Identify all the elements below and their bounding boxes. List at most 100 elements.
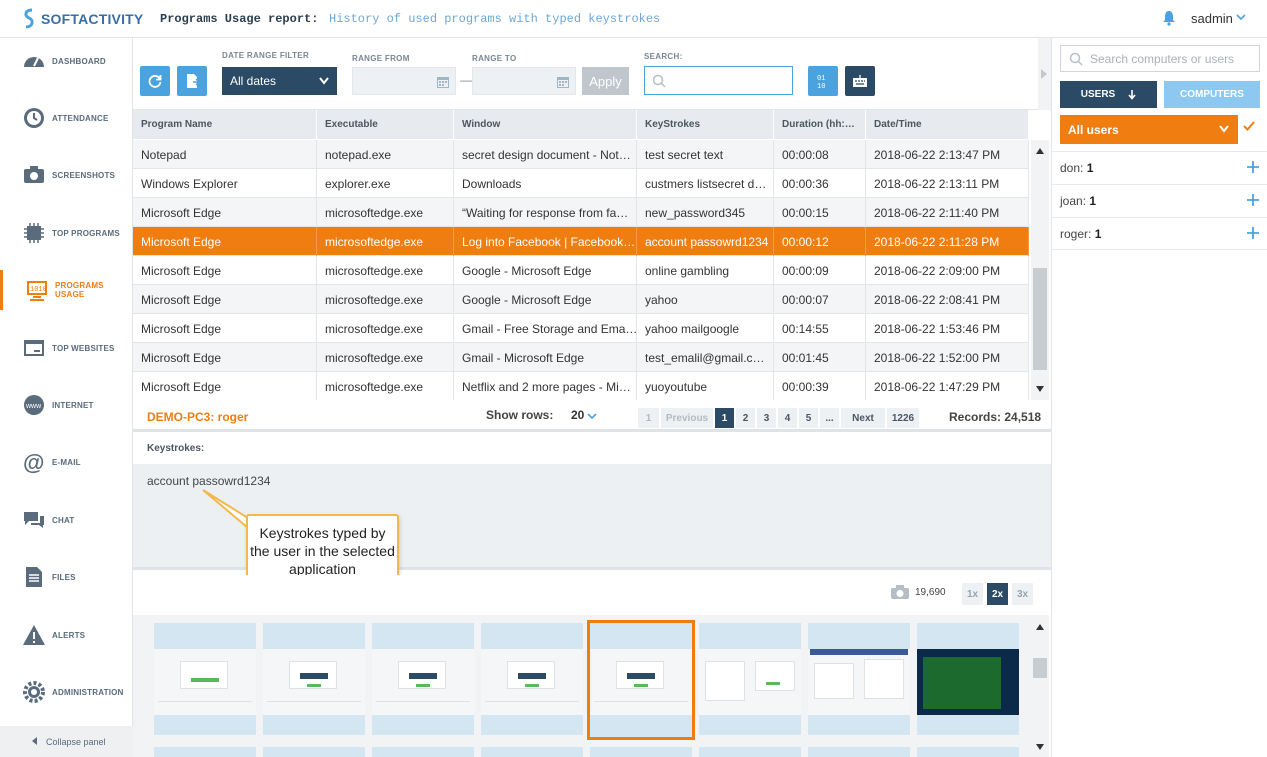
- screenshot-thumbnail[interactable]: [699, 623, 801, 735]
- file-icon: [26, 567, 42, 587]
- tab-computers[interactable]: COMPUTERS: [1164, 81, 1260, 108]
- next-page-button[interactable]: Next: [841, 408, 885, 428]
- cell-duration: 00:14:55: [774, 314, 866, 343]
- plus-icon[interactable]: [1247, 161, 1259, 173]
- table-row[interactable]: Microsoft Edge microsoftedge.exe Gmail -…: [133, 343, 1029, 372]
- range-from-input[interactable]: [352, 67, 456, 95]
- previous-page-button[interactable]: Previous: [661, 408, 713, 428]
- export-button[interactable]: [177, 66, 207, 96]
- search-icon: [652, 74, 666, 88]
- gallery-scrollbar[interactable]: [1031, 615, 1049, 757]
- at-icon: @: [23, 450, 44, 474]
- bell-icon[interactable]: [1162, 10, 1176, 26]
- page-1-button[interactable]: 1: [715, 408, 734, 428]
- screenshot-thumbnail[interactable]: [154, 747, 256, 757]
- screenshot-thumbnail[interactable]: [917, 747, 1019, 757]
- table-row[interactable]: Notepad notepad.exe secret design docume…: [133, 140, 1029, 169]
- screenshot-thumbnail[interactable]: [917, 623, 1019, 735]
- table-scrollbar-thumb[interactable]: [1033, 268, 1047, 370]
- screenshot-thumbnail[interactable]: [372, 747, 474, 757]
- gallery-scrollbar-thumb[interactable]: [1033, 658, 1047, 678]
- search-input[interactable]: [644, 66, 793, 95]
- user-item-roger[interactable]: roger: 1: [1052, 217, 1267, 250]
- zoom-2x-button[interactable]: 2x: [987, 583, 1008, 605]
- sidebar-item-attendance[interactable]: ATTENDANCE: [0, 98, 133, 138]
- column-executable[interactable]: Executable: [317, 110, 454, 139]
- table-row[interactable]: Windows Explorer explorer.exe Downloads …: [133, 169, 1029, 198]
- table-row[interactable]: Microsoft Edge microsoftedge.exe Google …: [133, 256, 1029, 285]
- user-item-joan[interactable]: joan: 1: [1052, 184, 1267, 217]
- column-datetime[interactable]: Date/Time: [866, 110, 1029, 139]
- screenshot-thumbnail[interactable]: [808, 623, 910, 735]
- refresh-button[interactable]: [140, 66, 170, 96]
- logo[interactable]: SOFTACTIVITY: [22, 8, 143, 30]
- user-item-don[interactable]: don: 1: [1052, 151, 1267, 184]
- date-range-select[interactable]: All dates: [222, 67, 337, 95]
- screenshot-thumbnail[interactable]: [481, 623, 583, 735]
- apply-button[interactable]: Apply: [582, 67, 629, 95]
- sidebar-item-programs-usage[interactable]: 1010 PROGRAMS USAGE: [0, 270, 133, 310]
- last-page-button[interactable]: 1226: [887, 408, 919, 428]
- page-2-button[interactable]: 2: [736, 408, 755, 428]
- screenshot-thumbnail[interactable]: [263, 623, 365, 735]
- page-5-button[interactable]: 5: [799, 408, 818, 428]
- zoom-1x-button[interactable]: 1x: [962, 583, 983, 605]
- column-program-name[interactable]: Program Name: [133, 110, 317, 139]
- keyboard-button[interactable]: [845, 66, 875, 96]
- gear-icon: [23, 681, 45, 703]
- table-row-selected[interactable]: Microsoft Edge microsoftedge.exe Log int…: [133, 227, 1029, 256]
- screenshot-thumbnail[interactable]: [372, 623, 474, 735]
- arrow-down-icon[interactable]: [1036, 744, 1044, 750]
- all-users-select[interactable]: All users: [1060, 115, 1238, 144]
- sidebar-item-top-websites[interactable]: TOP WEBSITES: [0, 328, 133, 368]
- sidebar-item-dashboard[interactable]: DASHBOARD: [0, 41, 133, 81]
- screenshot-thumbnail-selected[interactable]: [587, 620, 695, 740]
- screenshot-thumbnail[interactable]: [699, 747, 801, 757]
- plus-icon[interactable]: [1247, 227, 1259, 239]
- sidebar-item-label: CHAT: [52, 515, 75, 525]
- user-menu[interactable]: sadmin: [1191, 11, 1233, 26]
- table-row[interactable]: Microsoft Edge microsoftedge.exe Google …: [133, 285, 1029, 314]
- sidebar-item-top-programs[interactable]: TOP PROGRAMS: [0, 213, 133, 253]
- collapse-panel-button[interactable]: Collapse panel: [0, 726, 133, 757]
- zoom-3x-button[interactable]: 3x: [1012, 583, 1033, 605]
- screenshot-count: 19,690: [915, 587, 946, 598]
- arrow-down-icon[interactable]: [1036, 386, 1044, 392]
- arrow-up-icon[interactable]: [1036, 148, 1044, 154]
- sidebar-item-files[interactable]: FILES: [0, 557, 133, 597]
- sidebar-item-administration[interactable]: ADMINISTRATION: [0, 672, 133, 712]
- first-page-button[interactable]: 1: [638, 408, 659, 428]
- table-row[interactable]: Microsoft Edge microsoftedge.exe Netflix…: [133, 372, 1029, 400]
- plus-icon[interactable]: [1247, 194, 1259, 206]
- page-3-button[interactable]: 3: [757, 408, 776, 428]
- sidebar-item-alerts[interactable]: ALERTS: [0, 615, 133, 655]
- cell-keystrokes: test secret text: [637, 140, 774, 169]
- column-keystrokes[interactable]: KeyStrokes: [637, 110, 774, 139]
- column-duration[interactable]: Duration (hh:…: [774, 110, 866, 139]
- sidebar-item-screenshots[interactable]: SCREENSHOTS: [0, 155, 133, 195]
- screenshot-thumbnail[interactable]: [808, 747, 910, 757]
- table-row[interactable]: Microsoft Edge microsoftedge.exe Gmail -…: [133, 314, 1029, 343]
- sidebar-item-email[interactable]: @ E-MAIL: [0, 442, 133, 482]
- table-row[interactable]: Microsoft Edge microsoftedge.exe “Waitin…: [133, 198, 1029, 227]
- range-to-input[interactable]: [472, 67, 576, 95]
- user-search-input[interactable]: Search computers or users: [1060, 45, 1260, 72]
- screenshot-thumbnail[interactable]: [154, 623, 256, 735]
- tab-users[interactable]: USERS: [1060, 81, 1157, 108]
- sidebar-item-internet[interactable]: www INTERNET: [0, 385, 133, 425]
- chevron-down-icon[interactable]: [1236, 12, 1246, 22]
- rows-per-page-select[interactable]: 20: [571, 408, 597, 422]
- screenshot-thumbnail[interactable]: [590, 747, 692, 757]
- screenshot-thumbnail[interactable]: [481, 747, 583, 757]
- check-icon[interactable]: [1243, 121, 1255, 131]
- arrow-up-icon[interactable]: [1036, 624, 1044, 630]
- cell-datetime: 2018-06-22 2:11:40 PM: [866, 198, 1029, 227]
- calendar-icon: [557, 77, 569, 88]
- binary-view-button[interactable]: 01 10: [808, 66, 838, 96]
- screenshot-thumbnail[interactable]: [263, 747, 365, 757]
- sidebar-item-chat[interactable]: CHAT: [0, 500, 133, 540]
- panel-toggle[interactable]: [1038, 38, 1051, 110]
- column-window[interactable]: Window: [454, 110, 637, 139]
- page-4-button[interactable]: 4: [778, 408, 797, 428]
- cell-window: Log into Facebook | Facebook…: [454, 227, 637, 256]
